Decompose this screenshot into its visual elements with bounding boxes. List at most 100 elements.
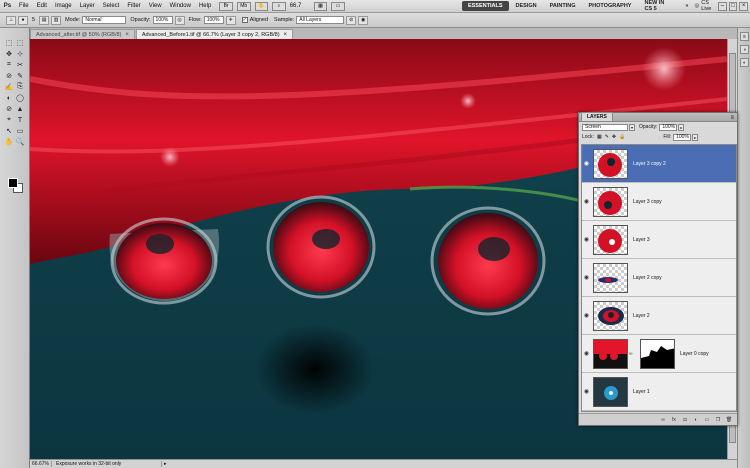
menu-view[interactable]: View xyxy=(145,3,166,9)
maximize-button[interactable]: □ xyxy=(728,1,738,11)
eraser-tool-icon[interactable]: ◐ xyxy=(4,93,14,103)
status-menu-icon[interactable]: ▸ xyxy=(164,461,167,467)
layer-mask-thumbnail[interactable] xyxy=(640,338,675,369)
blur-tool-icon[interactable]: ⊘ xyxy=(4,104,14,114)
minibridge-icon[interactable]: Mb xyxy=(236,1,251,11)
layer-opacity-field[interactable]: 100% xyxy=(659,123,678,131)
workspace-essentials[interactable]: ESSENTIALS xyxy=(461,1,509,11)
status-zoom[interactable]: 66.67% xyxy=(30,461,52,467)
layer-name[interactable]: Layer 3 copy xyxy=(633,199,662,205)
fx-icon[interactable]: fx xyxy=(670,416,678,424)
close-icon[interactable]: × xyxy=(125,32,129,38)
screen-mode-icon[interactable]: ▭ xyxy=(331,1,345,11)
link-icon[interactable]: ∞ xyxy=(659,416,667,424)
color-icon[interactable]: ◑ xyxy=(740,45,749,54)
close-button[interactable]: × xyxy=(739,1,748,11)
lock-move-icon[interactable]: ✥ xyxy=(612,134,616,140)
eye-icon[interactable]: ◉ xyxy=(582,160,591,167)
eye-icon[interactable]: ◉ xyxy=(582,236,591,243)
shape-tool-icon[interactable]: ▭ xyxy=(15,126,25,136)
layer-name[interactable]: Layer 0 copy xyxy=(680,351,709,357)
layer-row-layer-2-copy[interactable]: ◉ Layer 2 copy xyxy=(582,259,736,297)
menu-image[interactable]: Image xyxy=(51,3,76,9)
hand-tool-icon[interactable]: ✋ xyxy=(4,137,14,147)
path-select-tool-icon[interactable]: ↖ xyxy=(4,126,14,136)
ignore-adjustment-icon[interactable]: ⊘ xyxy=(346,15,357,25)
crop-tool-icon[interactable]: ⌗ xyxy=(4,60,14,70)
tab-layers[interactable]: LAYERS xyxy=(581,112,613,121)
eye-icon[interactable]: ◉ xyxy=(582,274,591,281)
layer-name[interactable]: Layer 3 copy 2 xyxy=(633,161,666,167)
layer-row-layer-1[interactable]: ◉ Layer 1 xyxy=(582,373,736,411)
history-icon[interactable]: ≡ xyxy=(740,32,749,41)
cs-live-button[interactable]: ◎ CS Live xyxy=(694,0,716,12)
menu-select[interactable]: Select xyxy=(99,3,124,9)
chevron-down-icon[interactable]: ▾ xyxy=(629,123,635,131)
healing-tool-icon[interactable]: ⊘ xyxy=(4,71,14,81)
eye-icon[interactable]: ◉ xyxy=(582,388,591,395)
tab-advanced-after[interactable]: Advanced_after.tif @ 50% (RGB/8) × xyxy=(30,29,135,39)
brush-panel-icon[interactable]: ▤ xyxy=(39,15,50,25)
layer-row-layer-0-copy[interactable]: ◉ ∞ Layer 0 copy xyxy=(582,335,736,373)
bridge-icon[interactable]: Br xyxy=(219,1,233,11)
type-tool-icon[interactable]: T xyxy=(15,115,25,125)
mode-select[interactable]: Normal xyxy=(82,16,127,24)
mask-icon[interactable]: ◘ xyxy=(681,416,689,424)
tab-advanced-before[interactable]: Advanced_Before1.tif @ 66.7% (Layer 3 co… xyxy=(135,29,294,39)
layer-row-layer-3-copy-2[interactable]: ◉ Layer 3 copy 2 xyxy=(582,145,736,183)
minimize-button[interactable]: – xyxy=(718,1,727,11)
pressure-size-icon[interactable]: ◉ xyxy=(358,15,369,25)
new-layer-icon[interactable]: ❐ xyxy=(714,416,722,424)
menu-layer[interactable]: Layer xyxy=(76,3,99,9)
layer-name[interactable]: Layer 2 copy xyxy=(633,275,662,281)
pen-tool-icon[interactable]: ⌖ xyxy=(4,115,14,125)
history-brush-tool-icon[interactable]: ⎘ xyxy=(15,82,25,92)
chevron-right-icon[interactable]: ▸ xyxy=(678,123,685,131)
menu-window[interactable]: Window xyxy=(166,3,195,9)
brush-tool-icon[interactable]: ✎ xyxy=(15,71,25,81)
quick-select-tool-icon[interactable]: ⊹ xyxy=(15,49,25,59)
workspace-painting[interactable]: PAINTING xyxy=(544,1,582,11)
move-tool-icon[interactable]: ⬚ xyxy=(4,38,14,48)
lock-transparent-icon[interactable]: ▦ xyxy=(597,134,602,140)
layer-row-layer-3-copy[interactable]: ◉ Layer 3 copy xyxy=(582,183,736,221)
workspace-photography[interactable]: PHOTOGRAPHY xyxy=(582,1,637,11)
workspace-new-in-cs5[interactable]: NEW IN CS 5 xyxy=(638,0,678,14)
foreground-color-swatch[interactable] xyxy=(8,178,18,188)
chevron-right-icon[interactable]: ▸ xyxy=(692,133,699,141)
zoom-tool-icon[interactable]: ⌕ xyxy=(272,1,286,11)
layer-name[interactable]: Layer 1 xyxy=(633,389,650,395)
flow-field[interactable]: 100% xyxy=(203,16,224,24)
aligned-checkbox[interactable]: ✓ xyxy=(241,17,248,23)
zoom-level[interactable]: 66.7 xyxy=(290,3,310,9)
sample-select[interactable]: All Layers xyxy=(296,16,345,24)
folder-icon[interactable]: ▭ xyxy=(703,416,711,424)
adjustments-icon[interactable]: ◐ xyxy=(740,58,749,67)
clone-stamp-tool-icon[interactable]: ✍ xyxy=(4,82,14,92)
arrange-icon[interactable]: ▦ xyxy=(313,1,328,11)
fill-field[interactable]: 100% xyxy=(673,133,692,141)
brush-size[interactable]: 5 xyxy=(32,17,35,23)
opacity-pressure-icon[interactable]: ◎ xyxy=(174,15,185,25)
opacity-field[interactable]: 100% xyxy=(152,16,173,24)
eyedropper-tool-icon[interactable]: ✂ xyxy=(15,60,25,70)
layer-row-layer-3[interactable]: ◉ Layer 3 xyxy=(582,221,736,259)
layer-row-layer-2[interactable]: ◉ Layer 2 xyxy=(582,297,736,335)
close-icon[interactable]: × xyxy=(284,32,288,38)
eye-icon[interactable]: ◉ xyxy=(582,350,591,357)
trash-icon[interactable]: 🗑 xyxy=(725,416,733,424)
adjustment-icon[interactable]: ◐ xyxy=(692,416,700,424)
eye-icon[interactable]: ◉ xyxy=(582,198,591,205)
lock-all-icon[interactable]: 🔒 xyxy=(619,134,625,140)
menu-file[interactable]: File xyxy=(15,3,33,9)
layer-name[interactable]: Layer 2 xyxy=(633,313,650,319)
eye-icon[interactable]: ◉ xyxy=(582,312,591,319)
menu-help[interactable]: Help xyxy=(195,3,215,9)
panel-menu-icon[interactable]: ≡ xyxy=(730,115,737,121)
workspace-design[interactable]: DESIGN xyxy=(510,1,543,11)
hand-tool-icon[interactable]: ✋ xyxy=(254,1,269,11)
menu-filter[interactable]: Filter xyxy=(123,3,144,9)
gradient-tool-icon[interactable]: ◯ xyxy=(15,93,25,103)
zoom-tool-icon[interactable]: 🔍 xyxy=(15,137,25,147)
clone-stamp-preset-icon[interactable]: ⊥ xyxy=(6,15,16,25)
